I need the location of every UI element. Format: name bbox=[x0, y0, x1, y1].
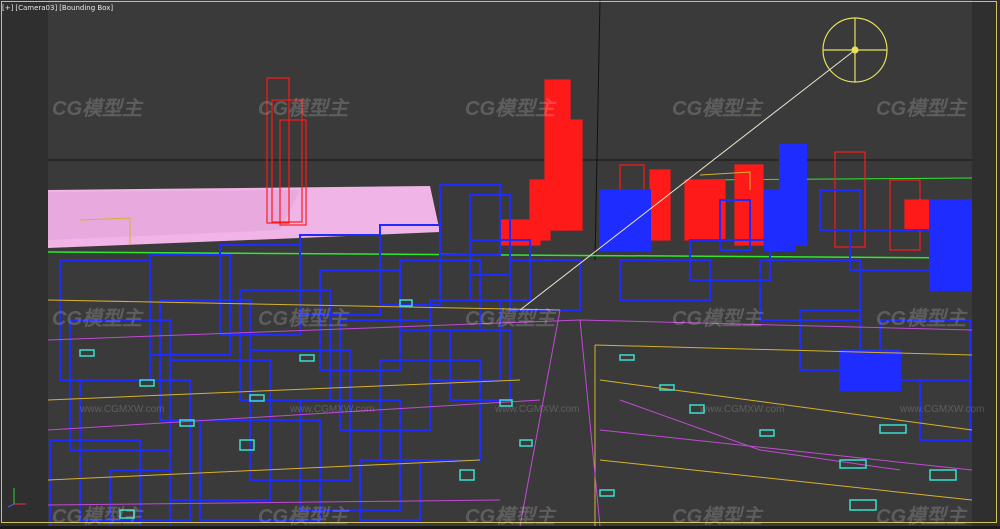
red-tower bbox=[649, 169, 671, 241]
light-gizmo bbox=[822, 17, 888, 83]
viewport-label-menu[interactable]: [+] [Camera03] [Bounding Box] bbox=[2, 2, 113, 14]
blue-building bbox=[839, 349, 901, 391]
camera-viewport[interactable]: [+] [Camera03] [Bounding Box] CG模型主 CG模型… bbox=[0, 0, 1000, 528]
axis-tripod bbox=[7, 488, 26, 508]
viewport-right-margin bbox=[972, 0, 1000, 526]
red-tower bbox=[559, 119, 583, 231]
blue-building bbox=[929, 199, 973, 291]
red-tower bbox=[499, 219, 541, 246]
y-axis bbox=[7, 503, 15, 508]
viewport-camera-menu[interactable]: [Camera03] bbox=[15, 4, 57, 12]
blue-building bbox=[599, 189, 651, 251]
viewport-general-menu[interactable]: [+] bbox=[2, 4, 13, 12]
viewport-left-margin bbox=[0, 0, 48, 526]
viewport-shading-menu[interactable]: [Bounding Box] bbox=[59, 4, 113, 12]
light-gizmo-center bbox=[851, 46, 859, 54]
scene-canvas[interactable] bbox=[0, 0, 1000, 526]
